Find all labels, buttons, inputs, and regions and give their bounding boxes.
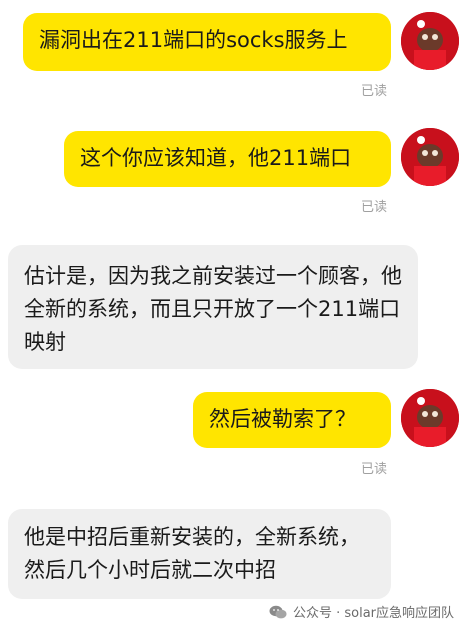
message-bubble-incoming[interactable]: 估计是，因为我之前安装过一个顾客，他全新的系统，而且只开放了一个211端口映射 [8, 245, 418, 369]
message-bubble-outgoing[interactable]: 漏洞出在211端口的socks服务上 [23, 13, 391, 71]
message-bubble-outgoing[interactable]: 然后被勒索了？ [193, 392, 391, 448]
watermark-text: 公众号 · solar应急响应团队 [292, 606, 454, 621]
message-text: 估计是，因为我之前安装过一个顾客，他全新的系统，而且只开放了一个211端口映射 [24, 264, 402, 354]
message-bubble-outgoing[interactable]: 这个你应该知道，他211端口 [64, 131, 391, 187]
message-text: 漏洞出在211端口的socks服务上 [39, 28, 348, 52]
avatar[interactable] [401, 389, 459, 447]
avatar[interactable] [401, 12, 459, 70]
avatar[interactable] [401, 128, 459, 186]
wechat-icon [269, 605, 287, 618]
avatar-image [401, 389, 459, 447]
message-bubble-incoming[interactable]: 他是中招后重新安装的，全新系统，然后几个小时后就二次中招 [8, 509, 391, 599]
read-status: 已读 [361, 462, 388, 477]
message-text: 这个你应该知道，他211端口 [80, 146, 352, 170]
watermark: 公众号 · solar应急响应团队 [269, 602, 454, 621]
read-status: 已读 [361, 200, 388, 215]
read-status: 已读 [361, 84, 388, 99]
avatar-image [401, 128, 459, 186]
message-text: 他是中招后重新安装的，全新系统，然后几个小时后就二次中招 [24, 525, 360, 582]
avatar-image [401, 12, 459, 70]
message-text: 然后被勒索了？ [209, 407, 356, 431]
